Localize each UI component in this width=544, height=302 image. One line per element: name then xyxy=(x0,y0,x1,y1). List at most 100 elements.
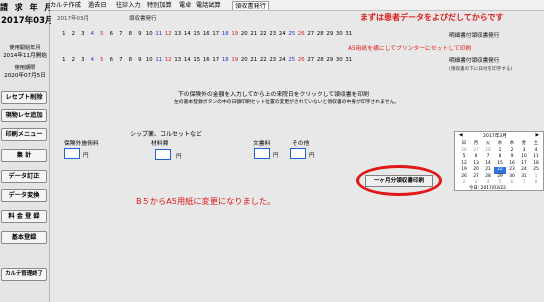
visit-day-3[interactable]: 3 xyxy=(78,57,88,64)
tab-chart-create[interactable]: カルテ作成 xyxy=(50,1,81,10)
materials-fee-input[interactable] xyxy=(155,149,171,160)
visit-day-9[interactable]: 9 xyxy=(135,31,145,38)
yen-label-1: 円 xyxy=(83,153,89,159)
visit-day-2[interactable]: 2 xyxy=(69,57,79,64)
calendar-day[interactable]: 6 xyxy=(506,180,518,187)
visit-day-14[interactable]: 14 xyxy=(183,31,193,38)
visit-day-5[interactable]: 5 xyxy=(97,31,107,38)
visit-day-31[interactable]: 31 xyxy=(344,31,354,38)
visit-day-15[interactable]: 15 xyxy=(192,31,202,38)
visit-day-31[interactable]: 31 xyxy=(344,57,354,64)
visit-day-13[interactable]: 13 xyxy=(173,57,183,64)
visit-day-10[interactable]: 10 xyxy=(145,57,155,64)
tab-special-addition[interactable]: 特別加算 xyxy=(147,1,172,10)
print-menu-button[interactable]: 印刷メニュー xyxy=(1,128,47,141)
calendar-next-icon[interactable]: ▶ xyxy=(535,133,539,138)
visit-day-6[interactable]: 6 xyxy=(107,31,117,38)
visit-day-1[interactable]: 1 xyxy=(59,57,69,64)
period-label: 使用期限 xyxy=(14,65,36,71)
tab-receipt-issue[interactable]: 領収書発行 xyxy=(232,1,269,10)
visit-day-24[interactable]: 24 xyxy=(278,57,288,64)
visit-day-18[interactable]: 18 xyxy=(221,57,231,64)
visit-day-23[interactable]: 23 xyxy=(268,57,278,64)
visit-day-20[interactable]: 20 xyxy=(240,31,250,38)
visit-day-28[interactable]: 28 xyxy=(316,31,326,38)
visit-day-1[interactable]: 1 xyxy=(59,31,69,38)
tab-home-visit[interactable]: 往診入力 xyxy=(116,1,141,10)
visit-day-11[interactable]: 11 xyxy=(154,57,164,64)
visit-day-26[interactable]: 26 xyxy=(297,57,307,64)
monthly-receipt-print-button[interactable]: 一ヶ月分領収書印刷 xyxy=(365,175,433,187)
visit-day-22[interactable]: 22 xyxy=(259,57,269,64)
misc-label: シップ薬、コルセットなど xyxy=(130,131,203,138)
visit-day-24[interactable]: 24 xyxy=(278,31,288,38)
calendar-today[interactable]: 今日: 2017/03/22 xyxy=(469,185,506,191)
visit-day-25[interactable]: 25 xyxy=(287,31,297,38)
visit-day-29[interactable]: 29 xyxy=(325,31,335,38)
period-value: 2020年07月5日 xyxy=(4,73,46,79)
data-convert-button[interactable]: データ変換 xyxy=(1,189,47,202)
visit-day-4[interactable]: 4 xyxy=(88,57,98,64)
visit-day-8[interactable]: 8 xyxy=(126,31,136,38)
calendar-prev-icon[interactable]: ◀ xyxy=(459,133,463,138)
visit-day-26[interactable]: 26 xyxy=(297,31,307,38)
outside-insurance-fee-input[interactable] xyxy=(64,148,80,159)
visit-day-19[interactable]: 19 xyxy=(230,31,240,38)
visit-day-12[interactable]: 12 xyxy=(164,57,174,64)
start-value: 2014年11月開始 xyxy=(3,53,47,59)
calendar-day[interactable]: 8 xyxy=(530,180,542,187)
visit-day-10[interactable]: 10 xyxy=(145,31,155,38)
chart-manager-exit-button[interactable]: カルテ管理終了 xyxy=(1,268,47,281)
visit-day-27[interactable]: 27 xyxy=(306,31,316,38)
visit-day-17[interactable]: 17 xyxy=(211,31,221,38)
visit-day-11[interactable]: 11 xyxy=(154,31,164,38)
visit-day-30[interactable]: 30 xyxy=(335,57,345,64)
in-kind-add-button[interactable]: 現物レセ追加 xyxy=(1,109,47,122)
visit-day-21[interactable]: 21 xyxy=(249,31,259,38)
visit-day-27[interactable]: 27 xyxy=(306,57,316,64)
visit-day-7[interactable]: 7 xyxy=(116,31,126,38)
visit-day-17[interactable]: 17 xyxy=(211,57,221,64)
billing-year-month: 2017年03月 xyxy=(1,16,54,26)
visit-day-3[interactable]: 3 xyxy=(78,31,88,38)
yen-label-4: 円 xyxy=(309,153,315,159)
visit-day-18[interactable]: 18 xyxy=(221,31,231,38)
visit-day-28[interactable]: 28 xyxy=(316,57,326,64)
visit-day-25[interactable]: 25 xyxy=(287,57,297,64)
instruction-line-1: 下の保険外の金額を入力してから上の来院日をクリックして領収書を印刷 xyxy=(178,92,369,98)
other-fee-input[interactable] xyxy=(290,148,306,159)
document-fee-input[interactable] xyxy=(254,148,270,159)
visit-day-21[interactable]: 21 xyxy=(249,57,259,64)
tab-calculator[interactable]: 電卓 xyxy=(179,1,191,10)
visit-day-12[interactable]: 12 xyxy=(164,31,174,38)
visit-day-5[interactable]: 5 xyxy=(97,57,107,64)
row2-label: 明細書付領収書発行 xyxy=(449,58,500,64)
visit-day-22[interactable]: 22 xyxy=(259,31,269,38)
visit-day-2[interactable]: 2 xyxy=(69,31,79,38)
visit-day-13[interactable]: 13 xyxy=(173,31,183,38)
visit-day-16[interactable]: 16 xyxy=(202,31,212,38)
receipt-delete-button[interactable]: レセプト削除 xyxy=(1,91,47,104)
visit-day-19[interactable]: 19 xyxy=(230,57,240,64)
calendar-title: 2017年3月 xyxy=(483,134,507,139)
visit-day-15[interactable]: 15 xyxy=(192,57,202,64)
totals-button[interactable]: 集 計 xyxy=(1,149,47,162)
visit-day-6[interactable]: 6 xyxy=(107,57,117,64)
data-correct-button[interactable]: データ訂正 xyxy=(1,170,47,183)
visit-day-30[interactable]: 30 xyxy=(335,31,345,38)
calendar-day[interactable]: 7 xyxy=(518,180,530,187)
visit-day-8[interactable]: 8 xyxy=(126,57,136,64)
row1-label: 明細書付領収書発行 xyxy=(449,33,500,39)
visit-day-4[interactable]: 4 xyxy=(88,31,98,38)
fee-register-button[interactable]: 料 金 登 録 xyxy=(1,210,47,223)
visit-day-29[interactable]: 29 xyxy=(325,57,335,64)
basic-register-button[interactable]: 基本登録 xyxy=(1,231,47,244)
tab-phone-estimate[interactable]: 電話試算 xyxy=(196,1,221,10)
visit-day-20[interactable]: 20 xyxy=(240,57,250,64)
visit-day-16[interactable]: 16 xyxy=(202,57,212,64)
visit-day-9[interactable]: 9 xyxy=(135,57,145,64)
visit-day-23[interactable]: 23 xyxy=(268,31,278,38)
tab-past-date[interactable]: 過去日 xyxy=(88,1,107,10)
visit-day-7[interactable]: 7 xyxy=(116,57,126,64)
visit-day-14[interactable]: 14 xyxy=(183,57,193,64)
